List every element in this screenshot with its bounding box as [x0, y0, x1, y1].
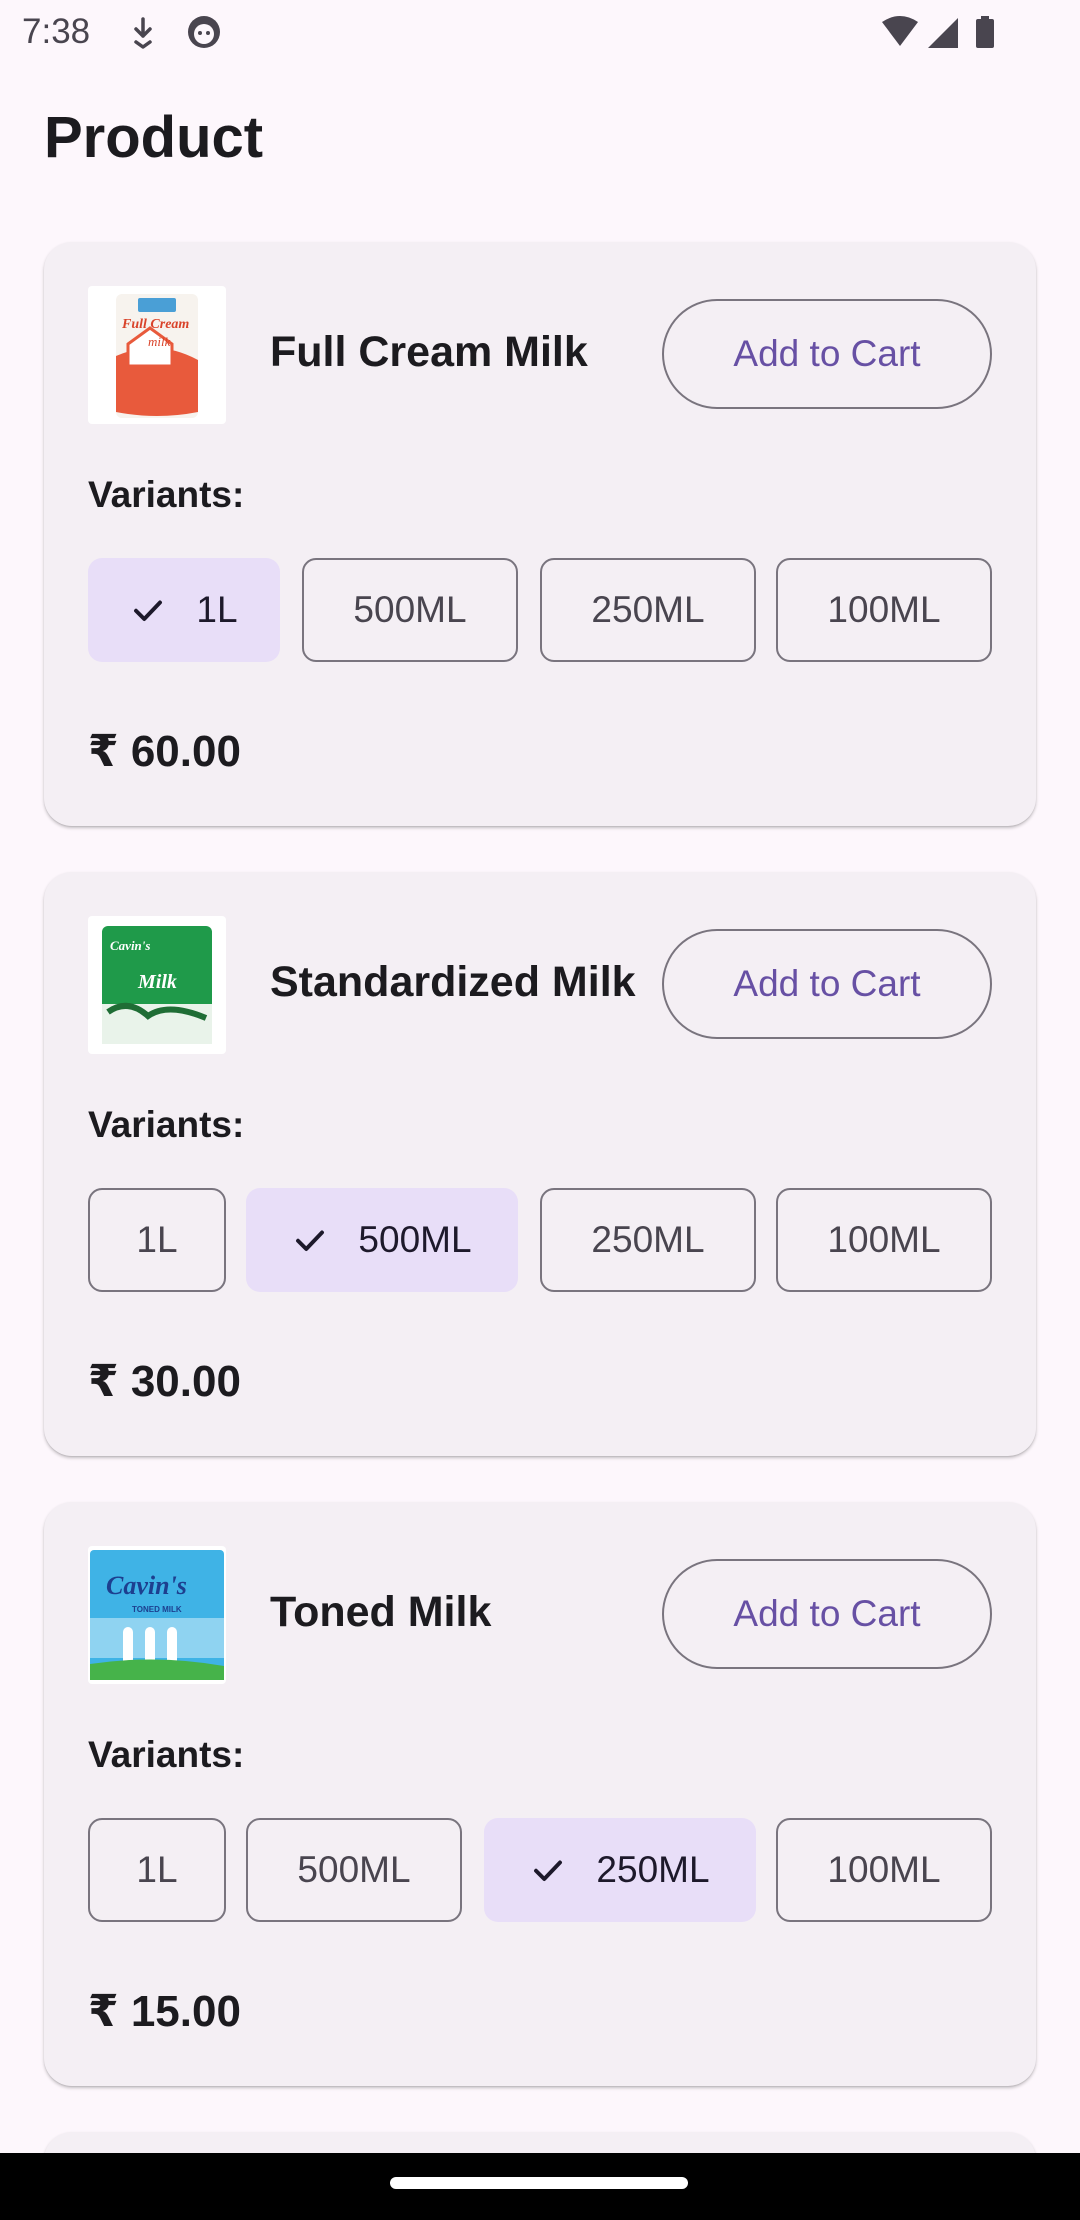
variant-chip-250ml[interactable]: 250ML	[540, 1188, 756, 1292]
signal-icon	[928, 18, 958, 48]
wifi-icon	[882, 16, 918, 46]
product-card: Full Cream milk Full Cream Milk Add to C…	[44, 242, 1036, 826]
variant-chip-label: 500ML	[297, 1849, 411, 1890]
variant-chip-100ml[interactable]: 100ML	[776, 558, 992, 662]
variant-chip-1l[interactable]: 1L	[88, 1818, 226, 1922]
product-image: Full Cream milk	[88, 286, 226, 424]
navigation-bar	[0, 2153, 1080, 2220]
variant-chip-500ml[interactable]: 500ML	[302, 558, 518, 662]
svg-text:Cavin's: Cavin's	[106, 1571, 187, 1600]
status-time: 7:38	[22, 12, 91, 51]
product-card: Cavin's TONED MILK Toned Milk Add to Car…	[44, 1502, 1036, 2086]
product-price: ₹ 60.00	[88, 727, 241, 776]
battery-icon	[976, 16, 994, 48]
product-name: Full Cream Milk	[270, 328, 588, 376]
variants-label: Variants:	[88, 474, 245, 515]
variant-chip-1l[interactable]: 1L	[88, 1188, 226, 1292]
variant-chip-label: 250ML	[596, 1849, 710, 1890]
check-icon	[130, 592, 166, 628]
product-image: Cavin's TONED MILK	[88, 1546, 226, 1684]
check-icon	[530, 1852, 566, 1888]
home-gesture-handle[interactable]	[390, 2177, 688, 2189]
variant-chip-1l[interactable]: 1L	[88, 558, 280, 662]
variant-chip-label: 100ML	[827, 1849, 941, 1890]
variant-chip-label: 1L	[136, 1849, 178, 1890]
variant-chip-250ml[interactable]: 250ML	[484, 1818, 756, 1922]
variant-chip-label: 250ML	[591, 1219, 705, 1260]
variant-chip-label: 100ML	[827, 1219, 941, 1260]
svg-text:TONED MILK: TONED MILK	[132, 1605, 182, 1614]
product-price: ₹ 30.00	[88, 1357, 241, 1406]
product-card: Cavin's Milk Standardized Milk Add to Ca…	[44, 872, 1036, 1456]
variant-chip-label: 250ML	[591, 589, 705, 630]
variants-label: Variants:	[88, 1734, 245, 1775]
variant-chip-label: 1L	[136, 1219, 178, 1260]
product-price: ₹ 15.00	[88, 1987, 241, 2036]
svg-text:Full Cream: Full Cream	[121, 317, 189, 332]
add-to-cart-button[interactable]: Add to Cart	[662, 929, 992, 1039]
product-name: Standardized Milk	[270, 958, 636, 1006]
add-to-cart-button[interactable]: Add to Cart	[662, 1559, 992, 1669]
product-screen: 7:38 Product Full Cream milk Full Cream …	[0, 0, 1080, 2220]
variant-chip-100ml[interactable]: 100ML	[776, 1188, 992, 1292]
product-image: Cavin's Milk	[88, 916, 226, 1054]
variant-chip-500ml[interactable]: 500ML	[246, 1188, 518, 1292]
status-bar: 7:38	[0, 0, 1080, 66]
variant-chip-250ml[interactable]: 250ML	[540, 558, 756, 662]
variant-chip-label: 1L	[196, 589, 238, 630]
svg-text:milk: milk	[148, 334, 171, 349]
face-icon	[186, 14, 222, 50]
variant-chip-500ml[interactable]: 500ML	[246, 1818, 462, 1922]
svg-text:Milk: Milk	[137, 971, 177, 993]
variant-chip-label: 500ML	[358, 1219, 472, 1260]
variant-chip-label: 100ML	[827, 589, 941, 630]
add-to-cart-button[interactable]: Add to Cart	[662, 299, 992, 409]
variant-chip-100ml[interactable]: 100ML	[776, 1818, 992, 1922]
svg-text:Cavin's: Cavin's	[110, 938, 150, 953]
variants-label: Variants:	[88, 1104, 245, 1145]
page-title: Product	[44, 105, 264, 170]
download-icon	[128, 16, 158, 50]
status-icons-right	[882, 16, 994, 48]
product-name: Toned Milk	[270, 1588, 492, 1636]
variant-chip-label: 500ML	[353, 589, 467, 630]
check-icon	[292, 1222, 328, 1258]
